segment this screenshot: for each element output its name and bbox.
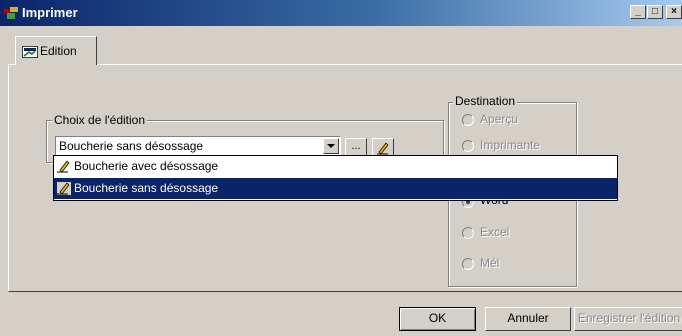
pencil-icon (377, 142, 389, 155)
app-icon (4, 7, 18, 19)
dropdown-item-sans-desossage[interactable]: Boucherie sans désossage (54, 178, 617, 199)
pencil-icon (57, 160, 70, 173)
minimize-button[interactable]: _ (630, 5, 646, 19)
pencil-icon (57, 182, 71, 195)
choix-edition-legend: Choix de l'édition (52, 113, 148, 127)
radio-imprimante[interactable] (462, 140, 474, 152)
tab-label: Edition (40, 44, 77, 58)
edition-tab-icon (22, 46, 38, 58)
radio-excel[interactable] (462, 227, 474, 239)
window-title: Imprimer (22, 5, 78, 20)
title-bar[interactable]: Imprimer _ □ × (0, 0, 682, 26)
cancel-button[interactable]: Annuler (485, 307, 571, 331)
maximize-button[interactable]: □ (647, 5, 663, 19)
edition-combobox-value: Boucherie sans désossage (59, 139, 204, 153)
ok-button[interactable]: OK (399, 307, 476, 331)
edition-dropdown-list: Boucherie avec désossage Boucherie sans … (53, 155, 618, 201)
radio-mel-label: Mél (480, 256, 500, 270)
dropdown-item-label: Boucherie avec désossage (74, 159, 219, 173)
radio-imprimante-label: Imprimante (480, 138, 541, 152)
destination-legend: Destination (453, 94, 518, 108)
close-button[interactable]: × (666, 5, 682, 19)
radio-excel-label: Excel (480, 225, 510, 239)
dropdown-item-avec-desossage[interactable]: Boucherie avec désossage (54, 156, 617, 177)
chevron-down-icon[interactable] (323, 138, 339, 154)
tab-edition[interactable]: Edition (15, 36, 97, 65)
radio-apercu[interactable] (462, 114, 474, 126)
edition-combobox[interactable]: Boucherie sans désossage (55, 136, 341, 156)
radio-mel[interactable] (462, 258, 474, 270)
dropdown-item-label: Boucherie sans désossage (74, 181, 219, 195)
save-edition-button[interactable]: Enregistrer l'édition (574, 307, 682, 331)
radio-apercu-label: Aperçu (480, 112, 519, 126)
